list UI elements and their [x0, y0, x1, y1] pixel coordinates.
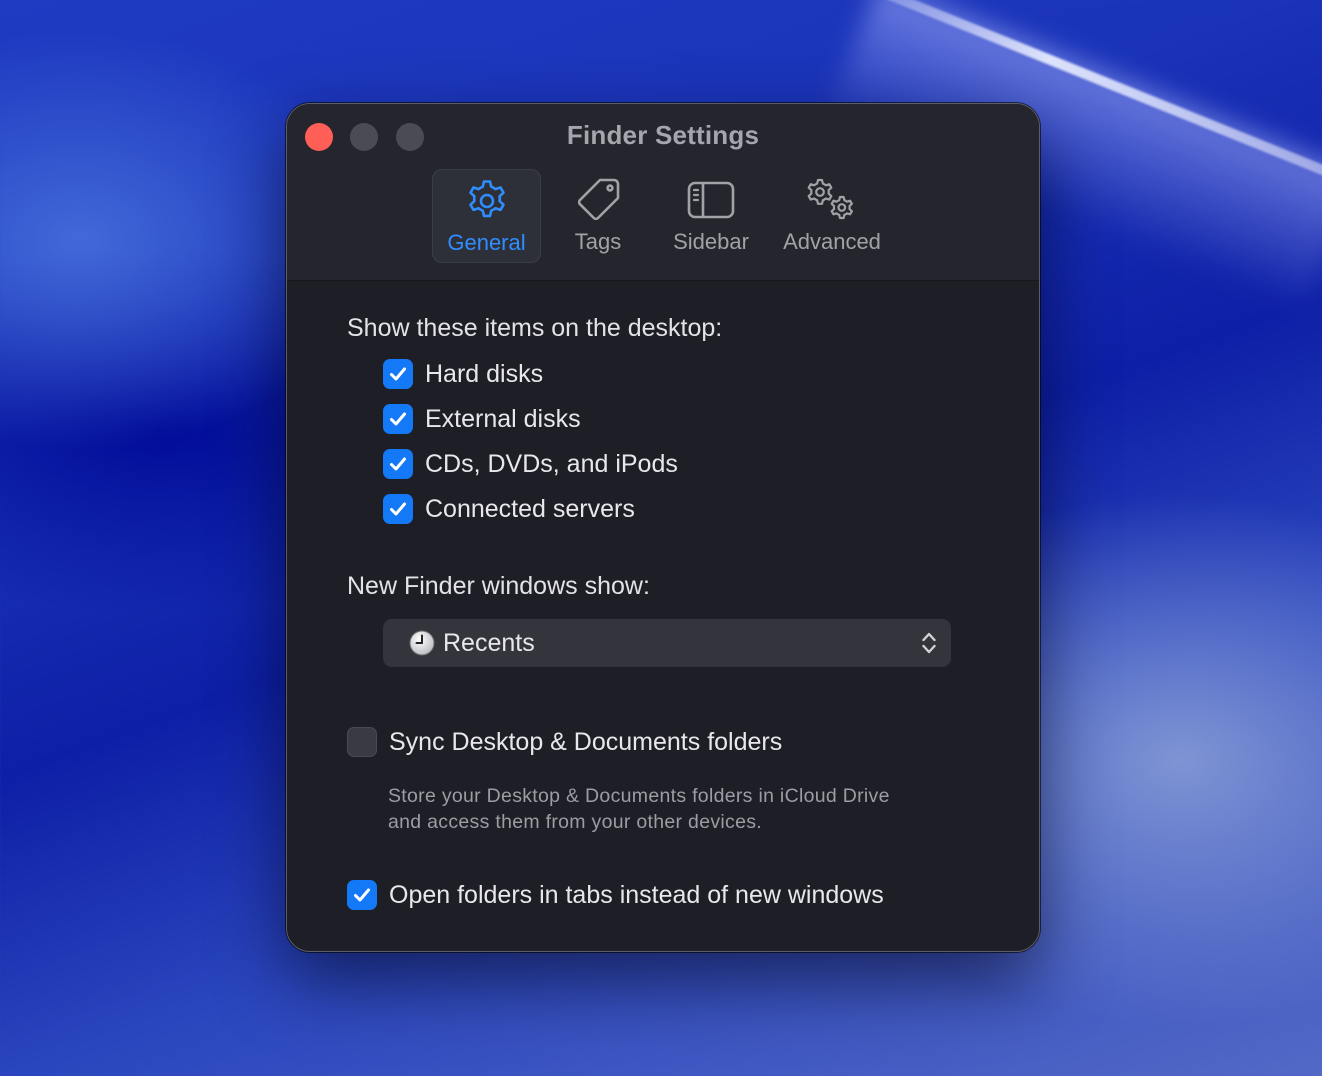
connected-servers-label: Connected servers: [425, 494, 635, 523]
cds-dvds-ipods-label: CDs, DVDs, and iPods: [425, 449, 678, 478]
tab-general[interactable]: General: [432, 169, 541, 263]
tab-tags[interactable]: Tags: [553, 169, 643, 263]
checkmark-icon: [390, 412, 406, 426]
connected-servers-checkbox-row[interactable]: Connected servers: [383, 493, 635, 525]
clock-icon: [409, 630, 435, 656]
open-folders-in-tabs-label: Open folders in tabs instead of new wind…: [389, 880, 884, 909]
gear-icon: [468, 180, 505, 218]
checkmark-icon: [390, 457, 406, 471]
sync-desktop-documents-checkbox-row[interactable]: Sync Desktop & Documents folders: [347, 726, 782, 758]
finder-settings-window: Finder Settings General Tags Sidebar Adv…: [286, 103, 1040, 952]
checkmark-icon: [354, 888, 370, 902]
new-windows-heading: New Finder windows show:: [347, 572, 650, 600]
open-folders-in-tabs-checkbox[interactable]: [347, 880, 377, 910]
hard-disks-checkbox[interactable]: [383, 359, 413, 389]
open-folders-in-tabs-checkbox-row[interactable]: Open folders in tabs instead of new wind…: [347, 879, 884, 911]
external-disks-label: External disks: [425, 404, 581, 433]
new-windows-selected-value: Recents: [443, 628, 535, 657]
desktop-items-heading: Show these items on the desktop:: [347, 314, 723, 342]
toolbar: Finder Settings General Tags Sidebar Adv…: [287, 104, 1039, 281]
sync-description: Store your Desktop & Documents folders i…: [388, 785, 890, 833]
cds-dvds-ipods-checkbox[interactable]: [383, 449, 413, 479]
hard-disks-label: Hard disks: [425, 359, 544, 388]
hard-disks-checkbox-row[interactable]: Hard disks: [383, 358, 543, 390]
external-disks-checkbox[interactable]: [383, 404, 413, 434]
sync-desktop-documents-checkbox[interactable]: [347, 727, 377, 757]
checkmark-icon: [390, 502, 406, 516]
tag-icon: [577, 178, 620, 221]
external-disks-checkbox-row[interactable]: External disks: [383, 403, 581, 435]
new-windows-popup[interactable]: Recents: [383, 619, 951, 667]
tab-tags-label: Tags: [574, 229, 622, 254]
tab-sidebar-label: Sidebar: [673, 229, 749, 254]
chevron-up-down-icon: [922, 632, 936, 654]
sync-desktop-documents-label: Sync Desktop & Documents folders: [389, 727, 783, 756]
tab-advanced[interactable]: Advanced: [777, 169, 887, 263]
cds-dvds-ipods-checkbox-row[interactable]: CDs, DVDs, and iPods: [383, 448, 678, 480]
tab-general-label: General: [447, 230, 526, 255]
tab-sidebar[interactable]: Sidebar: [665, 169, 757, 263]
window-title: Finder Settings: [566, 120, 760, 150]
sidebar-icon: [687, 181, 735, 219]
checkmark-icon: [390, 367, 406, 381]
gears-icon: [807, 178, 853, 220]
tab-advanced-label: Advanced: [783, 229, 881, 254]
connected-servers-checkbox[interactable]: [383, 494, 413, 524]
